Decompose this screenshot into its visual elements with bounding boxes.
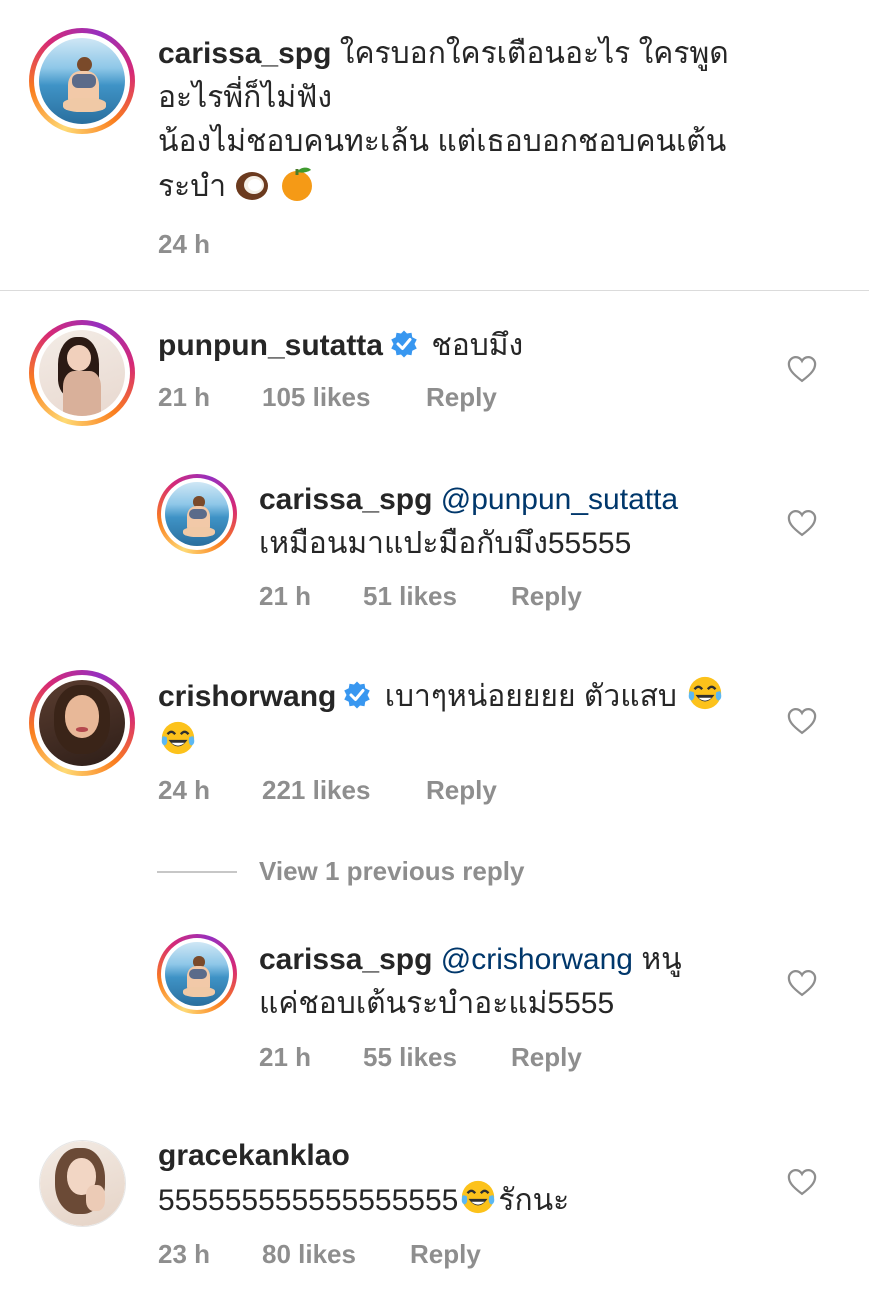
like-heart-icon[interactable]: [787, 707, 817, 735]
reply-button[interactable]: Reply: [426, 775, 497, 806]
caption-line-1: ใครบอกใครเตือนอะไร ใครพูด: [339, 37, 729, 70]
comment-likes[interactable]: 80 likes: [262, 1239, 410, 1270]
reply-meta: 21 h 51 likes Reply: [259, 581, 582, 612]
tears-of-joy-emoji: [161, 721, 195, 755]
avatar-image: [165, 482, 229, 546]
reply-username[interactable]: carissa_spg: [259, 483, 432, 516]
view-replies-line: [157, 870, 237, 873]
caption-author-avatar[interactable]: [29, 28, 135, 134]
caption-text: carissa_spg ใครบอกใครเตือนอะไร ใครพูด อะ…: [158, 32, 838, 209]
reply-text: carissa_spg @punpun_sutatta เหมือนมาแปะม…: [259, 478, 759, 566]
verified-badge-icon: [344, 681, 371, 709]
reply-avatar-carissa[interactable]: [157, 934, 237, 1014]
comment-avatar-gracekanklao[interactable]: [39, 1140, 126, 1227]
like-heart-icon[interactable]: [787, 509, 817, 537]
reply-button[interactable]: Reply: [511, 581, 582, 612]
comment-text: punpun_sutatta ชอบมึง: [158, 324, 758, 368]
reply-mention[interactable]: @crishorwang: [441, 943, 633, 976]
comment-meta: 24 h 221 likes Reply: [158, 775, 497, 806]
coconut-emoji: [236, 172, 269, 200]
comment-time: 24 h: [158, 775, 211, 805]
comment-avatar-punpun[interactable]: [29, 320, 135, 426]
reply-meta: 21 h 55 likes Reply: [259, 1042, 582, 1073]
comment-time: 21 h: [158, 382, 211, 412]
reply-likes[interactable]: 55 likes: [363, 1042, 511, 1073]
comment-body: เบาๆหน่อยยยย ตัวแสบ: [384, 680, 677, 713]
reply-mention[interactable]: @punpun_sutatta: [441, 483, 678, 516]
tears-of-joy-emoji: [462, 1180, 495, 1214]
like-heart-icon[interactable]: [787, 1168, 817, 1196]
comment-body: 555555555555555555: [158, 1184, 459, 1217]
reply-button[interactable]: Reply: [426, 382, 497, 413]
reply-button[interactable]: Reply: [410, 1239, 481, 1270]
reply-avatar-carissa[interactable]: [157, 474, 237, 554]
caption-line-2: อะไรพี่ก็ไม่ฟัง: [158, 81, 333, 114]
tears-of-joy-emoji: [689, 676, 722, 710]
avatar-image: [39, 680, 125, 766]
comment-likes[interactable]: 105 likes: [262, 382, 426, 413]
caption-line-3: น้องไม่ชอบคนทะเล้น แต่เธอบอกชอบคนเต้น: [158, 125, 727, 158]
view-replies-label: View 1 previous reply: [259, 856, 525, 886]
view-previous-replies-button[interactable]: View 1 previous reply: [157, 856, 524, 887]
comment-meta: 23 h 80 likes Reply: [158, 1239, 481, 1270]
divider: [0, 290, 869, 291]
avatar-image: [40, 1141, 125, 1226]
verified-badge-icon: [391, 330, 417, 358]
comment-meta: 21 h 105 likes Reply: [158, 382, 497, 413]
comment-time: 23 h: [158, 1239, 211, 1269]
caption-line-4: ระบำ: [158, 170, 227, 203]
comment-body-end: รักนะ: [498, 1184, 570, 1217]
reply-text: carissa_spg @crishorwang หนู แค่ชอบเต้นร…: [259, 938, 759, 1026]
reply-time: 21 h: [259, 581, 312, 611]
reply-likes[interactable]: 51 likes: [363, 581, 511, 612]
reply-body: เหมือนมาแปะมือกับมึง55555: [259, 527, 632, 560]
comment-username[interactable]: punpun_sutatta: [158, 329, 383, 362]
like-heart-icon[interactable]: [787, 355, 817, 383]
tangerine-emoji: [281, 167, 312, 201]
reply-button[interactable]: Reply: [511, 1042, 582, 1073]
comment-username[interactable]: crishorwang: [158, 680, 336, 713]
like-heart-icon[interactable]: [787, 969, 817, 997]
reply-body: แค่ชอบเต้นระบำอะแม่5555: [259, 987, 615, 1020]
reply-time: 21 h: [259, 1042, 312, 1072]
reply-body-inline: หนู: [641, 943, 682, 976]
avatar-image: [39, 330, 125, 416]
avatar-image: [165, 942, 229, 1006]
reply-username[interactable]: carissa_spg: [259, 943, 432, 976]
comment-text: crishorwang เบาๆหน่อยยยย ตัวแสบ: [158, 674, 758, 764]
comment-avatar-crishorwang[interactable]: [29, 670, 135, 776]
comment-body: ชอบมึง: [431, 329, 524, 362]
caption-meta: 24 h: [158, 229, 210, 260]
comment-username[interactable]: gracekanklao: [158, 1139, 350, 1172]
comments-screen: carissa_spg ใครบอกใครเตือนอะไร ใครพูด อะ…: [0, 0, 869, 1301]
comment-likes[interactable]: 221 likes: [262, 775, 426, 806]
avatar-image: [39, 38, 125, 124]
comment-text: gracekanklao 555555555555555555 รักนะ: [158, 1134, 758, 1223]
caption-username[interactable]: carissa_spg: [158, 37, 331, 70]
caption-time: 24 h: [158, 229, 211, 259]
